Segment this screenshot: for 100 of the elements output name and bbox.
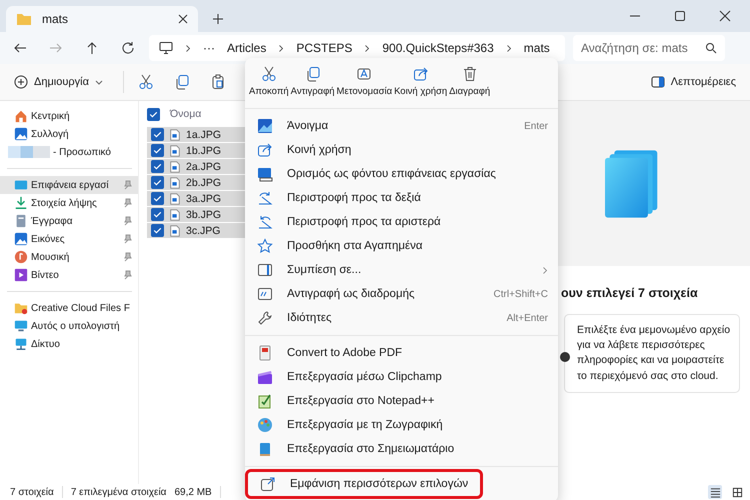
- item-count: 7 στοιχεία: [10, 486, 54, 498]
- trash-icon: [462, 66, 478, 82]
- maximize-icon[interactable]: [674, 10, 686, 22]
- picture-icon: [14, 127, 28, 141]
- details-heading: ουν επιλεγεί 7 στοιχεία: [560, 285, 699, 300]
- menu-item[interactable]: Συμπίεση σε...: [245, 258, 558, 282]
- expand-icon: [260, 476, 276, 492]
- search-icon: [705, 42, 717, 54]
- picture-icon: [257, 118, 273, 134]
- picture-icon: [14, 232, 28, 246]
- row-checkbox[interactable]: [151, 192, 164, 205]
- sidebar-item[interactable]: Κεντρική: [0, 107, 138, 125]
- close-icon[interactable]: [178, 14, 188, 24]
- computer-icon: [14, 319, 28, 333]
- menu-item[interactable]: Επεξεργασία μέσω Clipchamp: [245, 365, 558, 389]
- menu-item[interactable]: Περιστροφή προς τα αριστερά: [245, 210, 558, 234]
- scissors-icon[interactable]: [138, 74, 154, 90]
- network-icon: [14, 337, 28, 351]
- menu-action-button[interactable]: Διαγραφή: [449, 62, 490, 101]
- menu-item[interactable]: Κοινή χρήση: [245, 138, 558, 162]
- rotate-right-icon: [257, 190, 273, 206]
- row-checkbox[interactable]: [151, 128, 164, 141]
- details-pane-icon: [650, 75, 665, 89]
- row-checkbox[interactable]: [151, 224, 164, 237]
- caret-icon: [94, 78, 103, 86]
- menu-action-button[interactable]: Μετονομασία: [336, 62, 392, 101]
- menu-action-button[interactable]: Αποκοπή: [249, 62, 289, 101]
- path-icon: [257, 286, 273, 302]
- breadcrumb-overflow[interactable]: ···: [203, 41, 215, 55]
- document-icon: [14, 214, 28, 228]
- menu-item[interactable]: Περιστροφή προς τα δεξιά: [245, 186, 558, 210]
- menu-item[interactable]: Ιδιότητες Alt+Enter: [245, 306, 558, 330]
- menu-item[interactable]: Επεξεργασία με τη Ζωγραφική: [245, 413, 558, 437]
- sidebar-item[interactable]: Δίκτυο: [0, 335, 138, 353]
- sidebar-item[interactable]: Βίντεο: [0, 266, 138, 284]
- image-file-icon: [169, 128, 181, 140]
- plus-circle-icon: [14, 75, 28, 89]
- breadcrumb[interactable]: 900.QuickSteps#363: [382, 41, 494, 55]
- menu-action-button[interactable]: Αντιγραφή: [290, 62, 335, 101]
- browser-tab[interactable]: mats: [6, 6, 198, 32]
- image-file-icon: [169, 176, 181, 188]
- sidebar-item[interactable]: Creative Cloud Files F: [0, 299, 138, 317]
- up-arrow-icon[interactable]: [85, 41, 99, 55]
- address-bar[interactable]: ··· Articles PCSTEPS 900.QuickSteps#363 mats: [149, 35, 565, 61]
- selection-size: 69,2 MB: [174, 486, 212, 498]
- monitor-icon: [159, 41, 173, 55]
- rename-icon: [356, 66, 372, 82]
- menu-item[interactable]: Άνοιγμα Enter: [245, 114, 558, 138]
- sidebar-item[interactable]: Αυτός ο υπολογιστή: [0, 317, 138, 335]
- details-button[interactable]: Λεπτομέρειες: [644, 71, 742, 93]
- menu-item[interactable]: Ορισμός ως φόντου επιφάνειας εργασίας: [245, 162, 558, 186]
- image-file-icon: [169, 160, 181, 172]
- notebook-icon: [257, 441, 273, 457]
- row-checkbox[interactable]: [151, 176, 164, 189]
- checkmark-icon: [152, 129, 163, 140]
- sidebar-item[interactable]: Έγγραφα: [0, 212, 138, 230]
- menu-item[interactable]: Αντιγραφή ως διαδρομής Ctrl+Shift+C: [245, 282, 558, 306]
- tiles-view-button[interactable]: [730, 485, 744, 499]
- pdf-icon: [257, 345, 273, 361]
- share-icon: [257, 142, 273, 158]
- breadcrumb[interactable]: Articles: [227, 41, 266, 55]
- download-icon: [14, 196, 28, 210]
- checkmark-icon: [152, 209, 163, 220]
- rotate-left-icon: [257, 214, 273, 230]
- notepad-icon: [257, 393, 273, 409]
- sidebar-item[interactable]: Επιφάνεια εργασί: [0, 176, 138, 194]
- select-all-checkbox[interactable]: [147, 108, 160, 120]
- menu-item[interactable]: Επεξεργασία στο Notepad++: [245, 389, 558, 413]
- menu-item[interactable]: Convert to Adobe PDF: [245, 341, 558, 365]
- menu-action-button[interactable]: Κοινή χρήση: [394, 62, 448, 101]
- column-header[interactable]: Όνομα: [170, 108, 202, 120]
- new-tab-icon[interactable]: [212, 13, 224, 25]
- row-checkbox[interactable]: [151, 144, 164, 157]
- row-checkbox[interactable]: [151, 160, 164, 173]
- menu-item[interactable]: Εμφάνιση περισσότερων επιλογών: [248, 472, 480, 496]
- clipboard-icon[interactable]: [210, 74, 226, 90]
- search-field[interactable]: Αναζήτηση σε: mats: [573, 35, 725, 61]
- refresh-icon[interactable]: [121, 41, 135, 55]
- details-view-button[interactable]: [708, 485, 722, 499]
- sidebar-item[interactable]: - Προσωπικό: [0, 143, 138, 161]
- sidebar-item[interactable]: Μουσική: [0, 248, 138, 266]
- video-icon: [14, 268, 28, 282]
- sidebar-item[interactable]: Εικόνες: [0, 230, 138, 248]
- menu-item[interactable]: Επεξεργασία στο Σημειωματάριο: [245, 437, 558, 461]
- breadcrumb[interactable]: mats: [524, 41, 550, 55]
- menu-item[interactable]: Προσθήκη στα Αγαπημένα: [245, 234, 558, 258]
- sidebar-item[interactable]: Στοιχεία λήψης: [0, 194, 138, 212]
- sidebar-item[interactable]: Συλλογή: [0, 125, 138, 143]
- clapperboard-icon: [257, 369, 273, 385]
- checkmark-icon: [152, 161, 163, 172]
- copy-icon[interactable]: [174, 74, 190, 90]
- image-file-icon: [169, 224, 181, 236]
- new-button[interactable]: Δημιουργία: [8, 71, 109, 93]
- star-icon: [257, 238, 273, 254]
- close-icon[interactable]: [719, 10, 731, 22]
- palette-icon: [257, 417, 273, 433]
- back-arrow-icon[interactable]: [13, 41, 27, 55]
- breadcrumb[interactable]: PCSTEPS: [296, 41, 352, 55]
- music-icon: [14, 250, 28, 264]
- row-checkbox[interactable]: [151, 208, 164, 221]
